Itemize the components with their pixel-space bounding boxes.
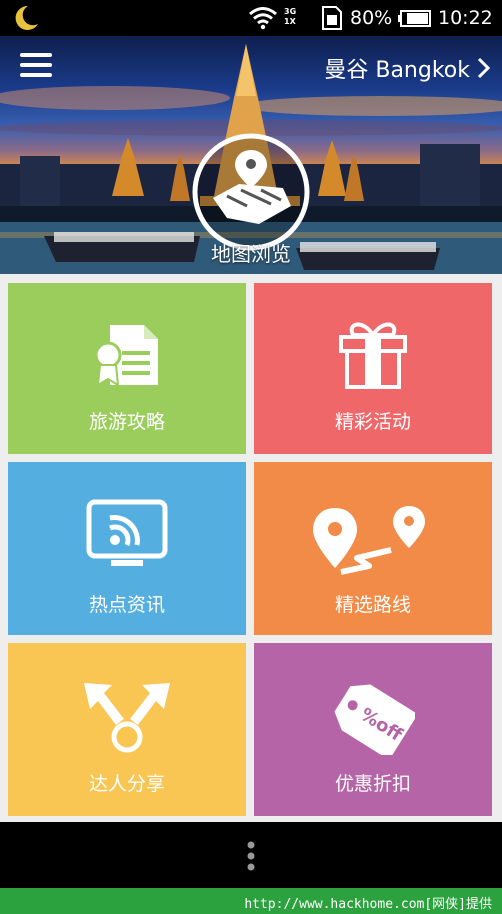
chevron-right-icon [477,57,490,79]
city-selector[interactable]: 曼谷 Bangkok [324,52,490,84]
watermark-bar: http://www.hackhome.com[网侠]提供 [0,888,502,914]
map-browse-button[interactable]: 地图浏览 [188,132,314,268]
tile-events[interactable]: 精彩活动 [254,283,492,454]
battery-icon [398,10,431,27]
tile-label: 旅游攻略 [88,411,165,433]
guide-document-icon [94,325,158,387]
share-arrows-icon [84,683,170,753]
more-options-icon[interactable] [244,840,258,872]
city-label: 曼谷 Bangkok [324,58,470,83]
tile-featured-routes[interactable]: 精选路线 [254,462,492,635]
tv-broadcast-icon [86,499,168,566]
watermark-text: http://www.hackhome.com[网侠]提供 [244,897,492,912]
tile-label: 达人分享 [88,773,165,795]
tile-expert-sharing[interactable]: 达人分享 [8,643,246,816]
map-pin-circle-icon [192,133,310,251]
sim-icon [322,6,342,30]
map-browse-label: 地图浏览 [211,242,291,266]
gift-box-icon [339,322,407,389]
feature-grid: 旅游攻略 精彩活动 热点资讯 精选路线 达人分享 %off 优惠折扣 [0,274,502,822]
discount-tag-icon: %off [334,684,415,755]
wifi-icon [249,7,277,30]
tile-label: 精选路线 [334,594,411,616]
status-bar: 3G 1X 80% 10:22 [0,0,502,36]
tile-hot-news[interactable]: 热点资讯 [8,462,246,635]
network-badge: 3G 1X [284,7,297,26]
tile-label: 优惠折扣 [334,773,411,795]
tile-discounts[interactable]: %off 优惠折扣 [254,643,492,816]
clock: 10:22 [438,7,493,29]
tile-label: 精彩活动 [334,411,411,433]
tile-label: 热点资讯 [88,594,165,616]
hero-banner: 曼谷 Bangkok 地图浏览 [0,36,502,274]
route-pins-icon [313,506,425,575]
hamburger-menu-icon[interactable] [20,52,52,78]
bottom-action-bar [0,822,502,888]
tile-travel-guide[interactable]: 旅游攻略 [8,283,246,454]
moon-icon [15,5,38,30]
battery-percent: 80% [350,7,393,29]
